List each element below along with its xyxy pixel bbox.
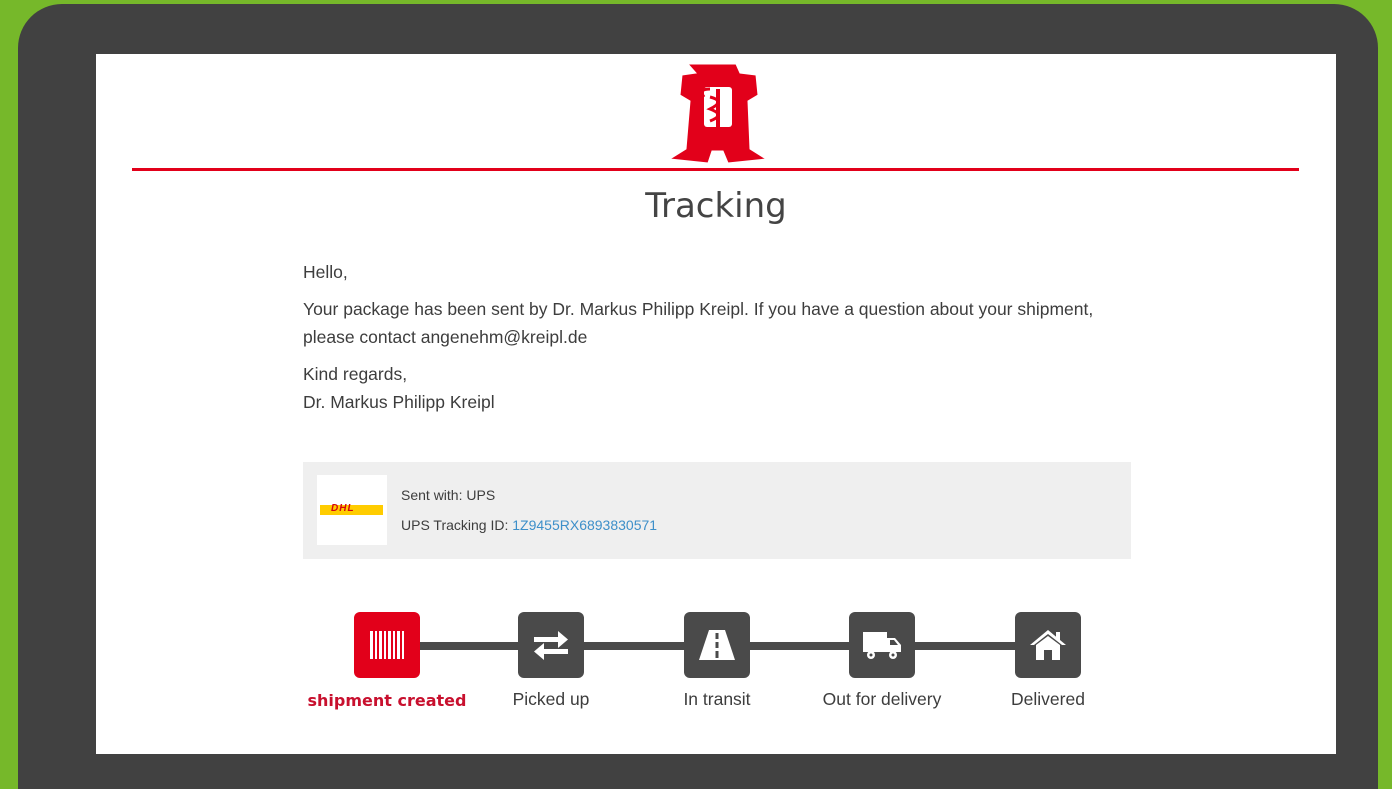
device-frame: Tracking Hello, Your package has been se…	[18, 4, 1378, 789]
sent-with-label: Sent with: UPS	[401, 487, 496, 503]
step-in-transit: In transit	[637, 612, 797, 709]
shipment-info-card: DHL Sent with: UPS UPS Tracking ID: 1Z94…	[303, 462, 1131, 559]
step-label: Picked up	[512, 689, 590, 709]
step-picked-up: Picked up	[471, 612, 631, 709]
apotheke-logo	[668, 63, 768, 164]
header-divider	[132, 168, 1299, 171]
barcode-icon	[354, 612, 420, 678]
step-label: Delivered	[1011, 689, 1085, 709]
step-label: shipment created	[307, 691, 467, 710]
email-screen: Tracking Hello, Your package has been se…	[96, 54, 1336, 754]
greeting: Hello,	[303, 262, 348, 282]
road-icon	[684, 612, 750, 678]
message-body: Hello, Your package has been sent by Dr.…	[303, 258, 1123, 425]
message-paragraph: Your package has been sent by Dr. Markus…	[303, 299, 1094, 347]
tracking-label: UPS Tracking ID:	[401, 517, 513, 533]
dhl-logo-icon: DHL	[317, 475, 387, 545]
step-label: Out for delivery	[822, 689, 942, 709]
step-out-for-delivery: Out for delivery	[802, 612, 962, 709]
step-delivered: Delivered	[968, 612, 1128, 709]
page-title: Tracking	[645, 186, 787, 226]
step-label: In transit	[683, 689, 751, 709]
truck-icon	[849, 612, 915, 678]
tracking-line: UPS Tracking ID: 1Z9455RX6893830571	[401, 517, 657, 533]
transfer-arrows-icon	[518, 612, 584, 678]
signature: Dr. Markus Philipp Kreipl	[303, 392, 495, 412]
step-shipment-created: shipment created	[307, 612, 467, 710]
home-icon	[1015, 612, 1081, 678]
closing: Kind regards,	[303, 364, 408, 384]
tracking-id-link[interactable]: 1Z9455RX6893830571	[512, 517, 657, 533]
